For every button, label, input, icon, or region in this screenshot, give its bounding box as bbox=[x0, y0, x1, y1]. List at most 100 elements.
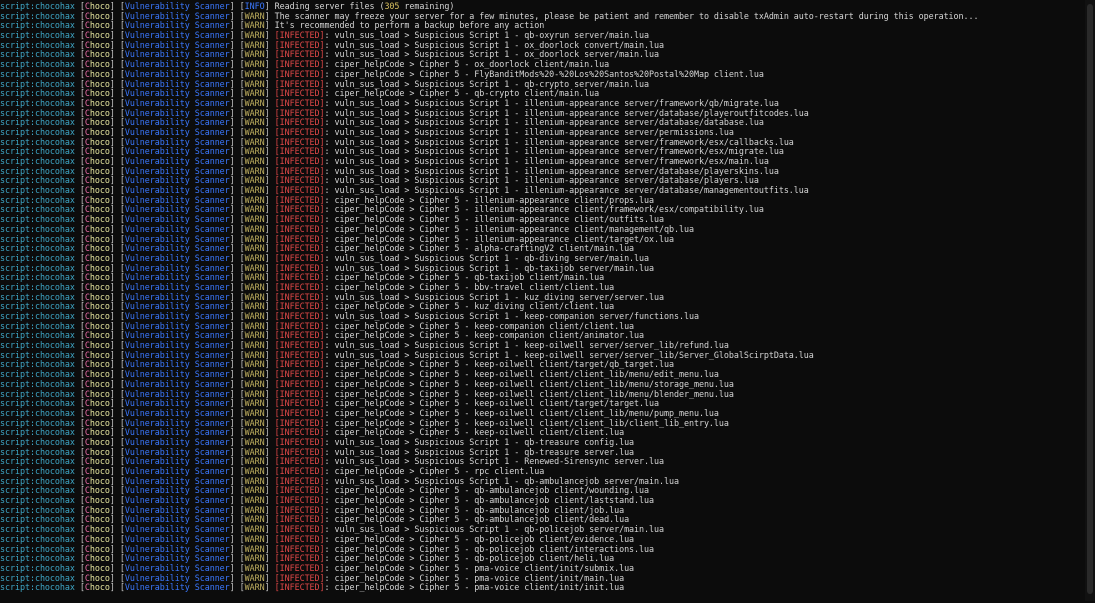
choco-tag: Choco bbox=[84, 262, 110, 273]
console-output: script:chocohax [Choco] [Vulnerability S… bbox=[0, 0, 1085, 603]
scanner-tag: Vulnerability Scanner bbox=[124, 456, 230, 467]
scanner-tag: Vulnerability Scanner bbox=[124, 524, 230, 535]
bracket-close: ] bbox=[264, 320, 275, 331]
bracket-open: [ bbox=[74, 194, 85, 205]
infected-tag: [INFECTED] bbox=[274, 495, 325, 506]
scanner-tag: Vulnerability Scanner bbox=[124, 466, 230, 476]
bracket-open: [ bbox=[74, 524, 85, 535]
level-badge: WARN bbox=[244, 20, 265, 31]
bracket-open: [ bbox=[74, 466, 85, 476]
infected-tag: [INFECTED] bbox=[274, 194, 325, 205]
console-scrollbar[interactable] bbox=[1085, 0, 1095, 601]
infected-tag: [INFECTED] bbox=[274, 524, 325, 535]
level-badge: WARN bbox=[244, 359, 265, 370]
level-badge: WARN bbox=[244, 475, 265, 486]
bracket-open: [ bbox=[74, 175, 85, 186]
bracket-sep: ] [ bbox=[229, 330, 245, 341]
bracket-open: [ bbox=[74, 582, 85, 593]
bracket-sep: ] [ bbox=[229, 340, 245, 351]
bracket-sep: ] [ bbox=[109, 485, 125, 496]
log-message: : ciper_helpCode > Cipher 5 - pma-voice … bbox=[324, 582, 625, 593]
level-badge: WARN bbox=[244, 369, 265, 380]
bracket-open: [ bbox=[74, 204, 85, 215]
script-prefix: script:chocohax bbox=[0, 272, 75, 283]
log-message: : vuln_sus_load > Suspicious Script 1 - … bbox=[324, 49, 660, 60]
bracket-open: [ bbox=[74, 475, 85, 486]
bracket-sep: ] [ bbox=[229, 504, 245, 515]
choco-tag: Choco bbox=[84, 456, 110, 467]
script-prefix: script:chocohax bbox=[0, 10, 75, 21]
level-badge: WARN bbox=[244, 504, 265, 515]
infected-tag: [INFECTED] bbox=[274, 436, 325, 447]
infected-tag: [INFECTED] bbox=[274, 330, 325, 341]
script-prefix: script:chocohax bbox=[0, 156, 75, 166]
bracket-open: [ bbox=[74, 146, 85, 157]
script-prefix: script:chocohax bbox=[0, 436, 75, 447]
infected-tag: [INFECTED] bbox=[274, 156, 325, 166]
bracket-close: ] bbox=[264, 243, 275, 254]
bracket-close: ] bbox=[264, 281, 275, 292]
bracket-open: [ bbox=[74, 572, 85, 583]
infected-tag: [INFECTED] bbox=[274, 78, 325, 89]
bracket-close: ] bbox=[264, 436, 275, 447]
bracket-sep: ] [ bbox=[109, 572, 125, 583]
bracket-close: ] bbox=[264, 504, 275, 515]
script-prefix: script:chocohax bbox=[0, 194, 75, 205]
choco-tag: Choco bbox=[84, 466, 110, 476]
log-message: : vuln_sus_load > Suspicious Script 1 - … bbox=[324, 146, 784, 157]
infected-tag: [INFECTED] bbox=[274, 175, 325, 186]
level-badge: WARN bbox=[244, 417, 265, 428]
bracket-sep: ] [ bbox=[229, 262, 245, 273]
bracket-close: ] bbox=[264, 291, 275, 302]
infected-tag: [INFECTED] bbox=[274, 320, 325, 331]
log-message: : vuln_sus_load > Suspicious Script 1 - … bbox=[324, 175, 759, 186]
scanner-tag: Vulnerability Scanner bbox=[124, 262, 230, 273]
choco-tag: Choco bbox=[84, 175, 110, 186]
bracket-sep: ] [ bbox=[109, 533, 125, 544]
bracket-sep: ] [ bbox=[229, 572, 245, 583]
script-prefix: script:chocohax bbox=[0, 175, 75, 186]
level-badge: WARN bbox=[244, 330, 265, 341]
bracket-sep: ] [ bbox=[109, 204, 125, 215]
script-prefix: script:chocohax bbox=[0, 59, 75, 70]
scanner-tag: Vulnerability Scanner bbox=[124, 272, 230, 283]
bracket-close: ] bbox=[264, 117, 275, 128]
scanner-tag: Vulnerability Scanner bbox=[124, 572, 230, 583]
bracket-sep: ] [ bbox=[229, 97, 245, 108]
bracket-close: ] bbox=[264, 388, 275, 399]
bracket-open: [ bbox=[74, 243, 85, 254]
bracket-sep: ] [ bbox=[229, 378, 245, 389]
bracket-open: [ bbox=[74, 504, 85, 515]
infected-tag: [INFECTED] bbox=[274, 456, 325, 467]
script-prefix: script:chocohax bbox=[0, 417, 75, 428]
script-prefix: script:chocohax bbox=[0, 107, 75, 118]
log-message: : ciper_helpCode > Cipher 5 - illenium-a… bbox=[324, 204, 764, 215]
level-badge: WARN bbox=[244, 78, 265, 89]
bracket-open: [ bbox=[74, 330, 85, 341]
infected-tag: [INFECTED] bbox=[274, 214, 325, 225]
scanner-tag: Vulnerability Scanner bbox=[124, 533, 230, 544]
choco-tag: Choco bbox=[84, 524, 110, 535]
bracket-open: [ bbox=[74, 378, 85, 389]
infected-tag: [INFECTED] bbox=[274, 281, 325, 292]
log-message: : vuln_sus_load > Suspicious Script 1 - … bbox=[324, 97, 779, 108]
infected-tag: [INFECTED] bbox=[274, 165, 325, 176]
log-message: : vuln_sus_load > Suspicious Script 1 - … bbox=[324, 456, 665, 467]
script-prefix: script:chocohax bbox=[0, 311, 75, 321]
log-message: : ciper_helpCode > Cipher 5 - keep-compa… bbox=[324, 320, 635, 331]
level-badge: WARN bbox=[244, 485, 265, 496]
bracket-open: [ bbox=[74, 543, 85, 554]
infected-tag: [INFECTED] bbox=[274, 466, 325, 476]
script-prefix: script:chocohax bbox=[0, 117, 75, 128]
script-prefix: script:chocohax bbox=[0, 320, 75, 331]
choco-tag: Choco bbox=[84, 398, 110, 409]
infected-tag: [INFECTED] bbox=[274, 475, 325, 486]
scrollbar-thumb[interactable] bbox=[1087, 4, 1093, 594]
log-message: : ciper_helpCode > Cipher 5 - qb-taxijob… bbox=[324, 272, 605, 283]
bracket-open: [ bbox=[74, 407, 85, 418]
bracket-sep: ] [ bbox=[229, 30, 245, 41]
scanner-tag: Vulnerability Scanner bbox=[124, 214, 230, 225]
bracket-sep: ] [ bbox=[229, 398, 245, 409]
script-prefix: script:chocohax bbox=[0, 378, 75, 389]
bracket-close: ] bbox=[264, 398, 275, 409]
